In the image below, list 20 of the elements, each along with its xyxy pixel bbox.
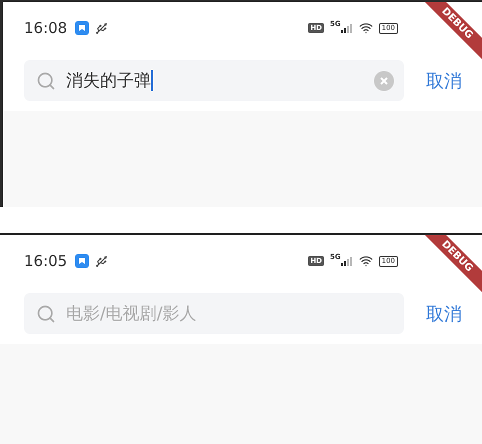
text-cursor <box>151 70 153 91</box>
search-placeholder: 电影/电视剧/影人 <box>66 303 196 325</box>
wifi-icon <box>358 254 373 268</box>
signal-icon <box>340 256 353 266</box>
app-icon <box>75 254 90 268</box>
app-icon <box>75 21 90 35</box>
search-field[interactable]: 消失的子弹 <box>24 60 404 101</box>
status-time: 16:08 <box>24 19 68 37</box>
usb-icon <box>95 22 108 34</box>
search-icon <box>36 70 56 90</box>
clear-icon[interactable] <box>374 70 394 90</box>
search-field[interactable]: 电影/电视剧/影人 <box>24 293 404 334</box>
search-icon <box>36 304 56 324</box>
cancel-button[interactable]: 取消 <box>426 302 462 326</box>
signal-icon <box>340 24 353 32</box>
wifi-icon <box>358 21 373 35</box>
cancel-button[interactable]: 取消 <box>426 68 462 92</box>
search-text: 消失的子弹 <box>66 70 151 92</box>
usb-icon <box>95 254 108 268</box>
status-time: 16:05 <box>24 252 68 270</box>
